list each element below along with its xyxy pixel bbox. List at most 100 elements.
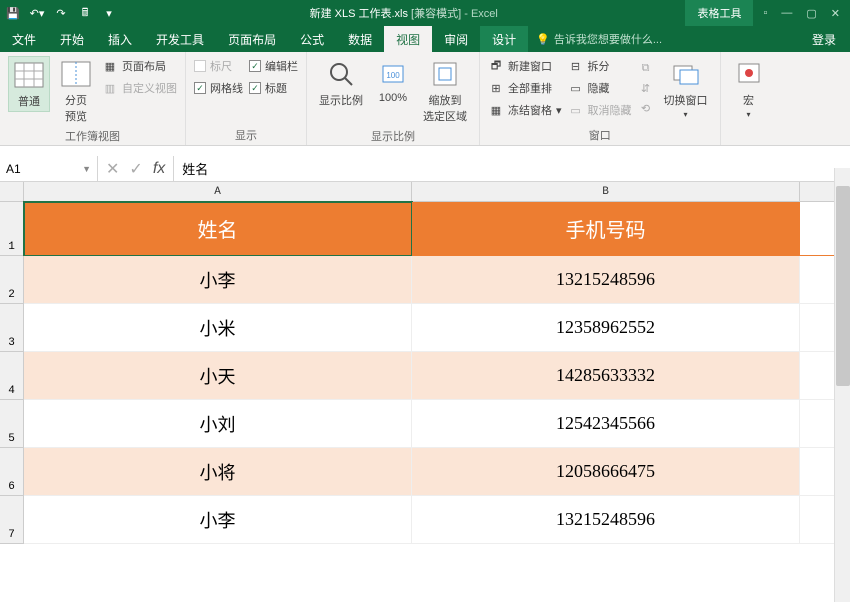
tab-page-layout[interactable]: 页面布局 — [216, 26, 288, 52]
redo-icon[interactable]: ↷ — [54, 6, 68, 20]
freeze-icon: ▦ — [488, 102, 504, 118]
gridlines-checkbox[interactable] — [194, 82, 206, 94]
cell[interactable]: 小李 — [24, 496, 412, 544]
cell[interactable]: 13215248596 — [412, 496, 800, 544]
switch-windows-icon — [670, 58, 702, 90]
tab-review[interactable]: 审阅 — [432, 26, 480, 52]
row-header[interactable]: 5 — [0, 400, 24, 448]
zoom-selection-button[interactable]: 缩放到 选定区域 — [419, 56, 471, 126]
svg-text:100: 100 — [386, 71, 400, 80]
close-icon[interactable]: ✕ — [831, 7, 840, 20]
formulabar-checkbox[interactable] — [249, 60, 261, 72]
new-window-icon: 🗗 — [488, 58, 504, 74]
page-layout-button[interactable]: ▦页面布局 — [102, 56, 177, 76]
row-header[interactable]: 6 — [0, 448, 24, 496]
tab-file[interactable]: 文件 — [0, 26, 48, 52]
window-title: 新建 XLS 工作表.xls [兼容模式] - Excel — [122, 5, 685, 21]
lightbulb-icon: 💡 — [536, 33, 550, 46]
split-button[interactable]: ⊟拆分 — [568, 56, 632, 76]
cell[interactable]: 12542345566 — [412, 400, 800, 448]
unhide-icon: ▭ — [568, 102, 584, 118]
save-icon[interactable]: 💾 — [6, 6, 20, 20]
worksheet[interactable]: A B 1姓名手机号码2小李132152485963小米123589625524… — [0, 182, 850, 544]
cell[interactable]: 手机号码 — [412, 202, 800, 256]
cell[interactable]: 小刘 — [24, 400, 412, 448]
contextual-tab-title: 表格工具 — [685, 0, 753, 26]
name-box[interactable]: A1▼ — [0, 156, 98, 181]
freeze-panes-button[interactable]: ▦冻结窗格 ▾ — [488, 100, 562, 120]
fx-icon[interactable]: fx — [153, 160, 165, 178]
tab-design[interactable]: 设计 — [480, 26, 528, 52]
cell[interactable]: 14285633332 — [412, 352, 800, 400]
calculator-icon[interactable]: 🖩 — [78, 6, 92, 20]
row-header[interactable]: 4 — [0, 352, 24, 400]
pagebreak-icon — [60, 58, 92, 90]
login-link[interactable]: 登录 — [798, 31, 850, 48]
cell[interactable]: 小米 — [24, 304, 412, 352]
qat-more-icon[interactable]: ▾ — [102, 6, 116, 20]
zoom-100-button[interactable]: 100 100% — [373, 56, 413, 106]
ribbon-options-icon[interactable]: ▫ — [763, 7, 767, 20]
row-header[interactable]: 7 — [0, 496, 24, 544]
arrange-icon: ⊞ — [488, 80, 504, 96]
pagebreak-preview-button[interactable]: 分页 预览 — [56, 56, 96, 126]
normal-view-button[interactable]: 普通 — [8, 56, 50, 112]
minimize-icon[interactable]: — — [781, 7, 792, 20]
undo-icon[interactable]: ↶▾ — [30, 6, 44, 20]
column-headers: A B — [0, 182, 850, 202]
hide-button[interactable]: ▭隐藏 — [568, 78, 632, 98]
cell[interactable]: 12058666475 — [412, 448, 800, 496]
custom-views-icon: ▥ — [102, 80, 118, 96]
row-header[interactable]: 3 — [0, 304, 24, 352]
tab-insert[interactable]: 插入 — [96, 26, 144, 52]
view-side-icon: ⧉ — [638, 60, 654, 76]
row-header[interactable]: 2 — [0, 256, 24, 304]
enter-icon: ✓ — [129, 159, 142, 179]
cell[interactable]: 13215248596 — [412, 256, 800, 304]
maximize-icon[interactable]: ▢ — [806, 7, 816, 20]
custom-views-button[interactable]: ▥自定义视图 — [102, 78, 177, 98]
tab-data[interactable]: 数据 — [336, 26, 384, 52]
vertical-scrollbar[interactable] — [834, 168, 850, 602]
title-bar: 💾 ↶▾ ↷ 🖩 ▾ 新建 XLS 工作表.xls [兼容模式] - Excel… — [0, 0, 850, 26]
formula-bar[interactable]: 姓名 — [174, 156, 850, 181]
col-header-b[interactable]: B — [412, 182, 800, 201]
new-window-button[interactable]: 🗗新建窗口 — [488, 56, 562, 76]
select-all-corner[interactable] — [0, 182, 24, 201]
unhide-button: ▭取消隐藏 — [568, 100, 632, 120]
scroll-thumb[interactable] — [836, 186, 850, 386]
normal-view-icon — [13, 59, 45, 91]
headings-checkbox[interactable] — [249, 82, 261, 94]
tell-me-search[interactable]: 💡 告诉我您想要做什么... — [536, 31, 662, 47]
group-show: 标尺 网格线 编辑栏 标题 显示 — [186, 52, 307, 145]
tab-home[interactable]: 开始 — [48, 26, 96, 52]
col-header-a[interactable]: A — [24, 182, 412, 201]
tab-formulas[interactable]: 公式 — [288, 26, 336, 52]
quick-access-toolbar: 💾 ↶▾ ↷ 🖩 ▾ — [0, 6, 122, 20]
row-header[interactable]: 1 — [0, 202, 24, 256]
cell[interactable]: 小天 — [24, 352, 412, 400]
switch-windows-button[interactable]: 切换窗口 ▾ — [660, 56, 712, 121]
group-workbook-views: 普通 分页 预览 ▦页面布局 ▥自定义视图 工作簿视图 — [0, 52, 186, 145]
cell[interactable]: 小将 — [24, 448, 412, 496]
tab-developer[interactable]: 开发工具 — [144, 26, 216, 52]
cell[interactable]: 12358962552 — [412, 304, 800, 352]
cell[interactable]: 小李 — [24, 256, 412, 304]
group-macros: 宏 ▾ — [721, 52, 777, 145]
zoom-icon — [325, 58, 357, 90]
formula-bar-row: A1▼ ✕ ✓ fx 姓名 — [0, 156, 850, 182]
macros-button[interactable]: 宏 ▾ — [729, 56, 769, 121]
window-controls: ▫ — ▢ ✕ — [753, 7, 850, 20]
cancel-icon: ✕ — [106, 159, 119, 179]
group-window: 🗗新建窗口 ⊞全部重排 ▦冻结窗格 ▾ ⊟拆分 ▭隐藏 ▭取消隐藏 ⧉ ⇵ ⟲ … — [480, 52, 721, 145]
zoom-100-icon: 100 — [377, 58, 409, 90]
tab-view[interactable]: 视图 — [384, 26, 432, 52]
arrange-all-button[interactable]: ⊞全部重排 — [488, 78, 562, 98]
zoom-button[interactable]: 显示比例 — [315, 56, 367, 110]
cell[interactable]: 姓名 — [24, 202, 412, 256]
chevron-down-icon: ▾ — [684, 110, 688, 119]
ruler-checkbox — [194, 60, 206, 72]
zoom-selection-icon — [429, 58, 461, 90]
reset-pos-icon: ⟲ — [638, 100, 654, 116]
chevron-down-icon[interactable]: ▼ — [82, 164, 91, 174]
